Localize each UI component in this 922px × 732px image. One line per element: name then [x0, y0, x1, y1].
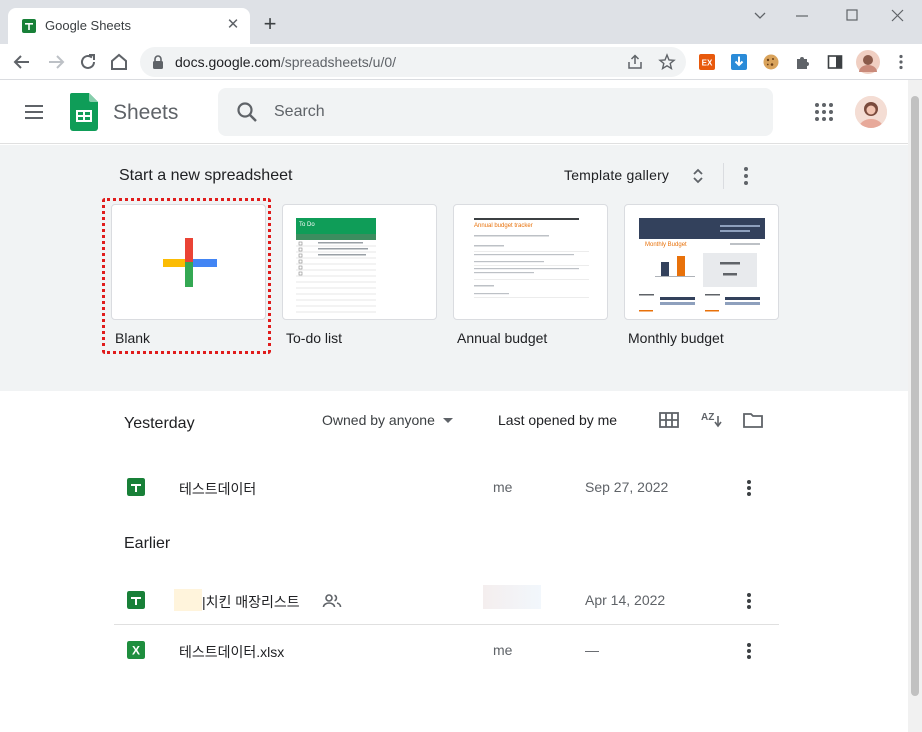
excel-file-icon: X — [127, 641, 145, 659]
file-row[interactable]: X 테스트데이터.xlsx me — — [114, 627, 779, 675]
browser-toolbar: docs.google.com/spreadsheets/u/0/ EX — [0, 44, 922, 80]
section-title-yesterday: Yesterday — [124, 415, 195, 432]
share-icon[interactable] — [626, 53, 644, 71]
home-icon[interactable] — [107, 50, 131, 74]
shared-people-icon — [322, 594, 342, 608]
file-date: Sep 27, 2022 — [585, 479, 669, 495]
more-vert-icon[interactable] — [737, 165, 755, 187]
account-avatar[interactable] — [855, 96, 887, 128]
file-owner: me — [493, 642, 513, 658]
template-todo-label[interactable]: To-do list — [286, 330, 342, 346]
template-section: Start a new spreadsheet Template gallery… — [0, 145, 908, 391]
browser-tab-strip: Google Sheets ✕ + — [0, 0, 922, 44]
svg-text:EX: EX — [702, 59, 713, 68]
close-window-icon[interactable] — [884, 8, 912, 24]
download-extension-icon[interactable] — [730, 53, 748, 71]
browser-profile-avatar[interactable] — [856, 50, 880, 74]
search-input[interactable] — [274, 88, 754, 136]
dropdown-caret-icon — [442, 418, 453, 423]
scrollbar-thumb[interactable] — [911, 96, 919, 696]
owner-filter-label: Owned by anyone — [322, 412, 435, 428]
file-row[interactable]: |치킨 매장리스트 Apr 14, 2022 — [114, 577, 779, 625]
sheets-file-icon — [127, 591, 145, 609]
template-todo-card[interactable]: To Do — [282, 204, 437, 320]
blank-template-highlight — [102, 198, 271, 354]
search-box[interactable] — [218, 88, 773, 136]
bookmark-star-icon[interactable] — [658, 53, 676, 71]
main-menu-icon[interactable] — [22, 100, 46, 124]
file-row[interactable]: 테스트데이터 me Sep 27, 2022 — [114, 464, 779, 512]
file-name[interactable]: |치킨 매장리스트 — [202, 592, 300, 612]
browser-tab[interactable]: Google Sheets ✕ — [8, 8, 250, 44]
maximize-icon[interactable] — [838, 8, 866, 24]
owner-filter-dropdown[interactable]: Owned by anyone — [322, 412, 453, 428]
more-vert-icon[interactable] — [740, 478, 758, 498]
file-name[interactable]: 테스트데이터.xlsx — [179, 642, 284, 662]
monthly-budget-thumbnail — [639, 218, 765, 312]
file-owner: me — [493, 479, 513, 495]
close-tab-icon[interactable]: ✕ — [224, 16, 242, 34]
more-vert-icon[interactable] — [740, 591, 758, 611]
tab-title: Google Sheets — [45, 18, 132, 33]
file-name[interactable]: 테스트데이터 — [179, 479, 256, 499]
divider — [723, 163, 724, 189]
template-monthly-budget-card[interactable]: Monthly Budget — [624, 204, 779, 320]
cookie-extension-icon[interactable] — [762, 53, 780, 71]
new-tab-button[interactable]: + — [260, 13, 280, 35]
unfold-more-icon[interactable] — [690, 166, 706, 186]
search-icon[interactable] — [236, 101, 258, 123]
grid-view-icon[interactable] — [657, 408, 681, 432]
template-section-heading: Start a new spreadsheet — [119, 167, 293, 184]
svg-text:X: X — [132, 644, 140, 658]
section-title-earlier: Earlier — [124, 535, 171, 552]
reload-icon[interactable] — [76, 50, 100, 74]
template-monthly-budget-label[interactable]: Monthly budget — [628, 330, 724, 346]
sort-az-icon[interactable]: AZ — [699, 408, 723, 432]
app-header: Sheets — [0, 80, 908, 144]
more-vert-icon[interactable] — [740, 641, 758, 661]
sheets-favicon-icon — [22, 19, 36, 33]
side-panel-icon[interactable] — [826, 53, 844, 71]
minimize-icon[interactable] — [788, 8, 816, 24]
folder-picker-icon[interactable] — [741, 408, 765, 432]
tab-search-icon[interactable] — [746, 8, 774, 24]
template-annual-budget-label[interactable]: Annual budget — [457, 330, 547, 346]
monthly-budget-thumbnail-title: Monthly Budget — [645, 242, 687, 248]
redacted-block — [174, 589, 202, 611]
back-arrow-icon[interactable] — [10, 50, 34, 74]
todo-thumbnail-title: To Do — [299, 222, 315, 228]
redacted-owner-block — [483, 585, 541, 609]
annual-budget-thumbnail-title: Annual budget tracker — [474, 223, 533, 229]
file-date: Apr 14, 2022 — [585, 592, 666, 608]
avatar-image — [855, 96, 887, 128]
url-text: docs.google.com/spreadsheets/u/0/ — [175, 54, 397, 70]
app-name[interactable]: Sheets — [113, 101, 178, 125]
browser-menu-icon[interactable] — [892, 53, 910, 71]
sort-az-text: AZ — [701, 412, 714, 423]
sheets-file-icon — [127, 478, 145, 496]
template-gallery-button[interactable]: Template gallery — [564, 167, 669, 183]
address-bar[interactable]: docs.google.com/spreadsheets/u/0/ — [140, 47, 686, 77]
file-date: — — [585, 642, 599, 658]
extensions-puzzle-icon[interactable] — [794, 53, 812, 71]
ex-extension-icon[interactable]: EX — [698, 53, 716, 71]
template-annual-budget-card[interactable]: Annual budget tracker — [453, 204, 608, 320]
page-scrollbar[interactable] — [908, 80, 922, 732]
sheets-logo-icon[interactable] — [70, 93, 98, 131]
lock-icon[interactable] — [152, 55, 164, 69]
google-apps-icon[interactable] — [812, 100, 836, 124]
forward-arrow-icon[interactable] — [44, 50, 68, 74]
sort-order-button[interactable]: Last opened by me — [498, 412, 617, 428]
